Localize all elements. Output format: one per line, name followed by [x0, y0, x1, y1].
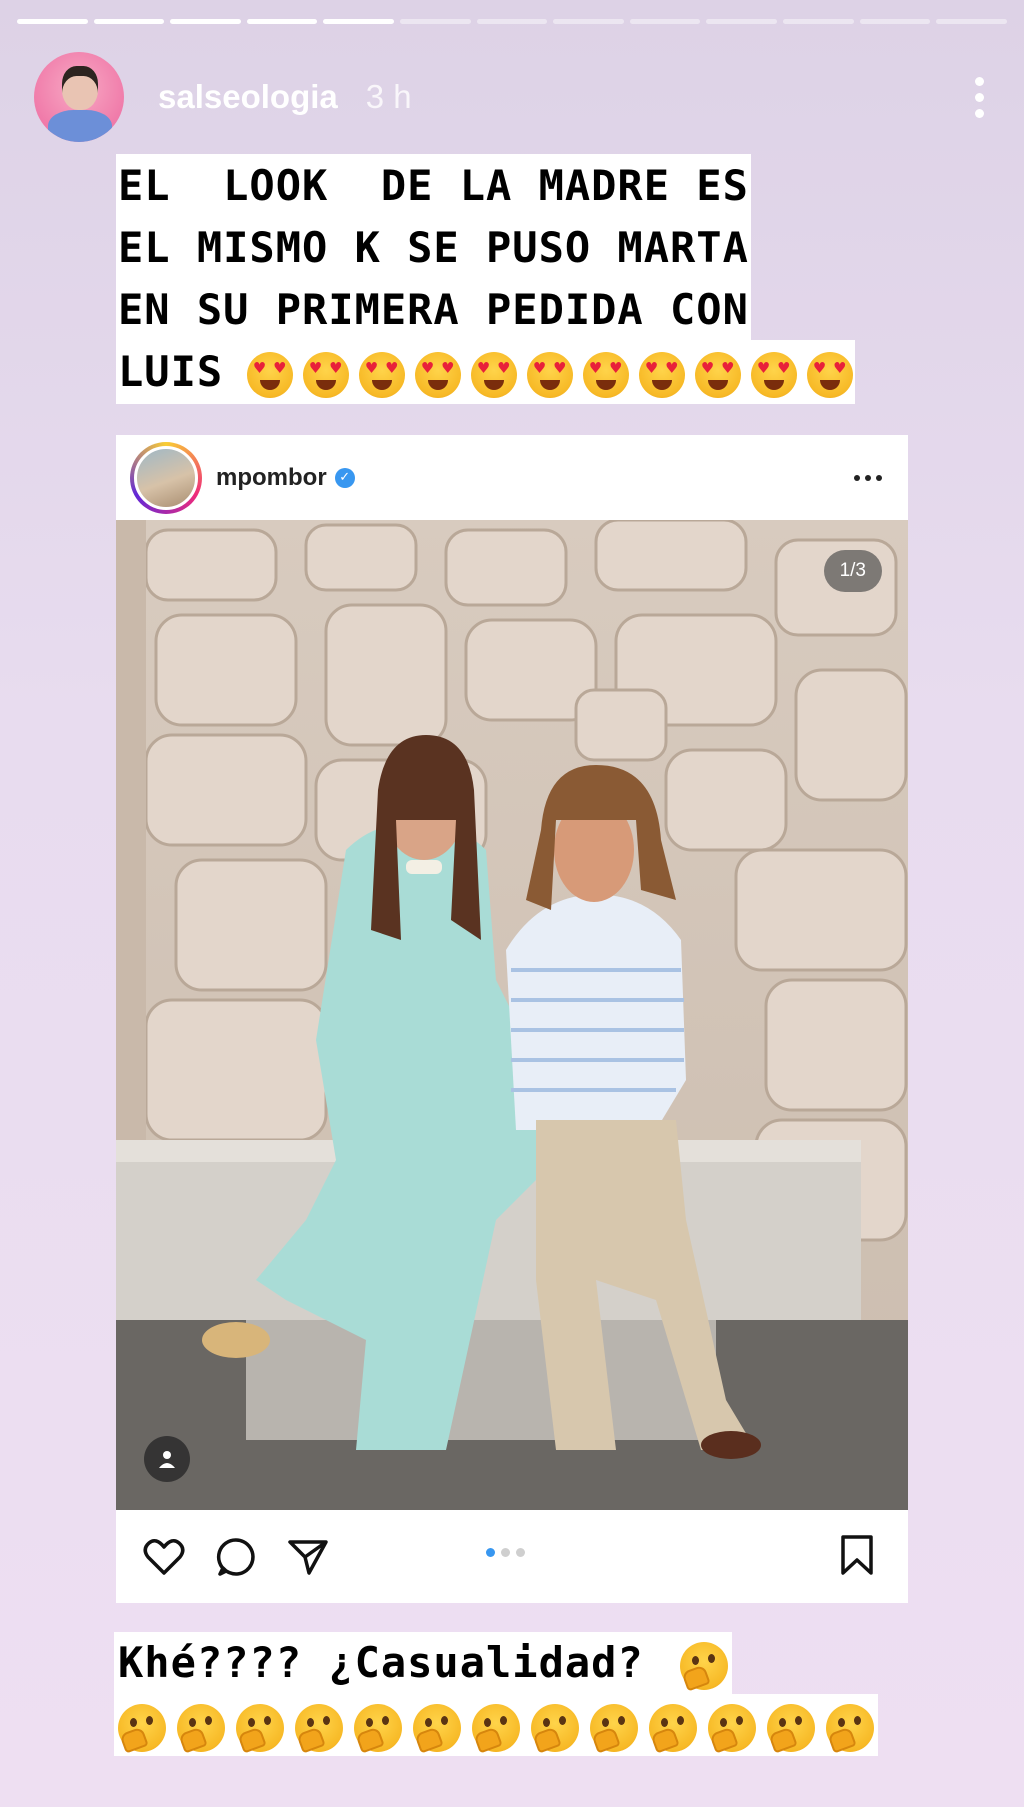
progress-segment: [629, 19, 701, 24]
story-header: salseologia 3 h: [34, 52, 994, 142]
thinking-face-emoji-icon: [472, 1703, 520, 1752]
image-counter: 1/3: [823, 550, 882, 592]
avatar[interactable]: [34, 52, 124, 142]
thinking-face-emoji-icon: [826, 1703, 874, 1752]
caption-bottom-line: Khé???? ¿Casualidad?: [114, 1632, 733, 1694]
avatar-body: [48, 110, 112, 142]
post-avatar[interactable]: [130, 441, 202, 514]
thinking-face-emoji-icon: [767, 1703, 815, 1752]
progress-segment: [170, 19, 241, 24]
carousel-dot: [516, 1548, 525, 1557]
thinking-face-emoji-icon: [354, 1703, 402, 1752]
thinking-face-emoji-icon: [649, 1703, 697, 1752]
thinking-face-emoji-icon: [531, 1703, 579, 1752]
share-send-icon[interactable]: [286, 1535, 330, 1579]
thinking-face-emoji-icon: [413, 1703, 461, 1752]
heart-eyes-emoji-icon: [471, 351, 518, 398]
user-tag-icon[interactable]: [144, 1436, 190, 1482]
thinking-face-emoji-icon: [708, 1703, 756, 1752]
thinking-face-emoji-icon: [236, 1703, 284, 1752]
post-photo[interactable]: 1/3: [116, 520, 908, 1510]
heart-eyes-emoji-icon: [807, 351, 854, 398]
bookmark-icon[interactable]: [840, 1534, 874, 1580]
carousel-dot: [486, 1548, 495, 1557]
heart-eyes-emoji-icon: [303, 351, 350, 398]
more-options-icon[interactable]: [964, 72, 994, 122]
thinking-face-emoji-icon: [118, 1703, 166, 1752]
carousel-dots: [486, 1548, 525, 1557]
story-time: 3 h: [365, 78, 412, 115]
progress-segment: [783, 19, 854, 24]
post-header: mpombor ✓: [116, 435, 908, 520]
embedded-post: mpombor ✓ 1/3: [116, 435, 908, 1603]
heart-eyes-emoji-icon: [695, 351, 742, 398]
heart-eyes-emoji-icon: [751, 351, 798, 398]
thinking-face-emoji-icon: [590, 1703, 638, 1752]
progress-segment: [859, 19, 931, 24]
caption-top: EL LOOK DE LA MADRE ES EL MISMO K SE PUS…: [116, 154, 908, 404]
progress-segment: [936, 19, 1007, 24]
avatar-face: [62, 66, 98, 110]
progress-segment: [476, 19, 548, 24]
progress-segment: [93, 19, 165, 24]
heart-eyes-emoji-icon: [359, 351, 406, 398]
caption-bottom: Khé???? ¿Casualidad?: [114, 1632, 914, 1756]
thinking-face-emoji-icon: [177, 1703, 225, 1752]
story-username[interactable]: salseologia: [158, 78, 338, 116]
thinking-face-emoji-icon: [295, 1703, 343, 1752]
progress-segment: [400, 19, 471, 24]
heart-eyes-emoji-icon: [527, 351, 574, 398]
post-username[interactable]: mpombor: [216, 464, 327, 492]
post-more-icon[interactable]: [854, 474, 882, 481]
progress-segment: [323, 19, 395, 24]
photo-illustration: [116, 520, 908, 1510]
heart-eyes-emoji-icon: [415, 351, 462, 398]
story-progress-bar: [17, 19, 1007, 24]
progress-segment: [246, 19, 318, 24]
heart-eyes-emoji-icon: [639, 351, 686, 398]
caption-top-line: LUIS: [116, 340, 856, 404]
progress-segment: [553, 19, 624, 24]
progress-segment: [706, 19, 778, 24]
heart-eyes-emoji-icon: [247, 351, 294, 398]
carousel-dot: [501, 1548, 510, 1557]
caption-top-line: EL MISMO K SE PUSO MARTA: [116, 216, 751, 280]
caption-top-line: EL LOOK DE LA MADRE ES: [116, 154, 751, 218]
progress-segment: [17, 19, 88, 24]
caption-top-line: EN SU PRIMERA PEDIDA CON: [116, 278, 751, 342]
heart-eyes-emoji-icon: [583, 351, 630, 398]
verified-badge-icon: ✓: [334, 467, 355, 488]
post-actions: [116, 1510, 908, 1603]
comment-icon[interactable]: [214, 1535, 258, 1579]
like-heart-icon[interactable]: [142, 1535, 186, 1579]
thinking-face-emoji-icon: [680, 1641, 729, 1690]
caption-bottom-emoji-line: [114, 1694, 878, 1756]
